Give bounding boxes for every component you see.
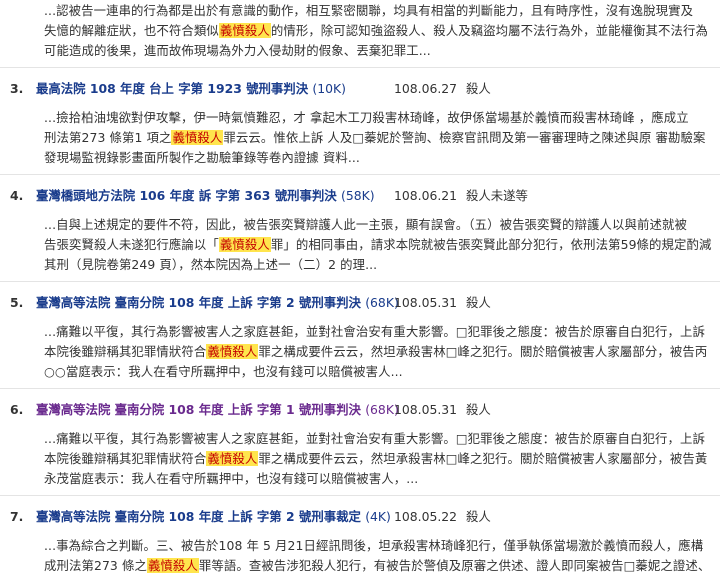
snippet-text: ...自與上述規定的要件不符，因此，被告張奕賢辯護人此一主張，顯有誤會。（五）被… [44,217,687,232]
file-size: (58K) [340,188,375,203]
file-size: (4K) [365,509,391,524]
snippet-text: ...痛難以平復，其行為影響被害人之家庭甚鉅，並對社會治安有重大影響。□犯罪後之… [44,431,705,446]
snippet-line: 本院後雖辯稱其犯罪情狀符合義憤殺人罪之構成要件云云，然坦承殺害林□峰之犯行。關於… [44,449,712,469]
case-cause: 殺人 [466,509,491,524]
result-snippet: ...自與上述規定的要件不符，因此，被告張奕賢辯護人此一主張，顯有誤會。（五）被… [0,215,720,275]
result-divider [0,281,720,282]
snippet-line: 可能造成的後果，進而故佈現場為外力入侵劫財的假象、丟棄犯罪工... [44,41,712,61]
result-header: 7. 臺灣高等法院 臺南分院 108 年度 上訴 字第 2 號刑事裁定 (4K) 1… [0,504,720,528]
result-item: 4. 臺灣橋頭地方法院 106 年度 訴 字第 363 號刑事判決 (58K) 10… [0,183,720,282]
result-number: 3. [10,80,24,96]
snippet-line: ...痛難以平復，其行為影響被害人之家庭甚鉅，並對社會治安有重大影響。□犯罪後之… [44,429,712,449]
snippet-line: 發現場監視錄影畫面所製作之勘驗筆錄等卷內證據 資料... [44,148,712,168]
case-cause: 殺人 [466,81,491,96]
snippet-text: 罪」的相同事由，請求本院就被告張奕賢此部分犯行，依刑法第59條的規定酌減 [270,237,712,252]
snippet-text: ○○當庭表示：我人在看守所羈押中，也沒有錢可以賠償被害人... [44,364,403,379]
snippet-text: 罪云云。惟依上訴 人及□蓁妮於警詢、檢察官訊問及第一審審理時之陳述與原 審勘驗案 [223,130,706,145]
snippet-text: 本院後雖辯稱其犯罪情狀符合 [44,344,207,359]
snippet-text: ...痛難以平復，其行為影響被害人之家庭甚鉅，並對社會治安有重大影響。□犯罪後之… [44,324,705,339]
result-header: 3. 最高法院 108 年度 台上 字第 1923 號刑事判決 (10K) 108.… [0,76,720,100]
snippet-line: 永茂當庭表示：我人在看守所羈押中，也沒有錢可以賠償被害人，... [44,469,712,489]
result-divider [0,388,720,389]
snippet-text: 可能造成的後果，進而故佈現場為外力入侵劫財的假象、丟棄犯罪工... [44,43,431,58]
judgment-title-text: 最高法院 108 年度 台上 字第 1923 號刑事判決 [36,81,309,96]
snippet-line: ...撿拾柏油塊欲對伊攻擊，伊一時氣憤難忍，才 拿起木工刀殺害林琦峰，故伊係當場… [44,108,712,128]
snippet-text: 刑法第273 條第1 項之 [44,130,172,145]
snippet-text: 失憶的解離症狀，也不符合類似 [44,23,219,38]
result-snippet: ...痛難以平復，其行為影響被害人之家庭甚鉅，並對社會治安有重大影響。□犯罪後之… [0,429,720,489]
judgment-title-text: 臺灣高等法院 臺南分院 108 年度 上訴 字第 1 號刑事判決 [36,402,361,417]
judgment-title-link[interactable]: 臺灣高等法院 臺南分院 108 年度 上訴 字第 2 號刑事裁定 (4K) [36,507,394,525]
snippet-line: 成刑法第273 條之義憤殺人罪等語。查被告涉犯殺人犯行，有被告於警偵及原審之供述… [44,556,712,576]
judgment-date: 108.06.21 [394,187,458,203]
snippet-line: ...痛難以平復，其行為影響被害人之家庭甚鉅，並對社會治安有重大影響。□犯罪後之… [44,322,712,342]
snippet-text: 永茂當庭表示：我人在看守所羈押中，也沒有錢可以賠償被害人，... [44,471,419,486]
result-item: 7. 臺灣高等法院 臺南分院 108 年度 上訴 字第 2 號刑事裁定 (4K) 1… [0,504,720,576]
keyword-highlight: 義憤殺人 [206,344,259,359]
judgment-title-text: 臺灣高等法院 臺南分院 108 年度 上訴 字第 2 號刑事裁定 [36,509,361,524]
result-number: 7. [10,508,24,524]
judgment-title-link[interactable]: 臺灣高等法院 臺南分院 108 年度 上訴 字第 2 號刑事判決 (68K) [36,293,399,311]
snippet-line: ...認被告一連串的行為都是出於有意識的動作，相互緊密關聯，均具有相當的判斷能力… [44,1,712,21]
snippet-text: 罪等語。查被告涉犯殺人犯行，有被告於警偵及原審之供述、證人即同案被告□蓁妮之證述… [198,558,711,573]
result-number: 6. [10,401,24,417]
result-header: 4. 臺灣橋頭地方法院 106 年度 訴 字第 363 號刑事判決 (58K) 10… [0,183,720,207]
keyword-highlight: 義憤殺人 [146,558,199,573]
result-divider [0,495,720,496]
search-results-list: ...認被告一連串的行為都是出於有意識的動作，相互緊密關聯，均具有相當的判斷能力… [0,0,720,576]
keyword-highlight: 義憤殺人 [171,130,224,145]
judgment-title-text: 臺灣高等法院 臺南分院 108 年度 上訴 字第 2 號刑事判決 [36,295,361,310]
snippet-text: 罪之構成要件云云，然坦承殺害林□峰之犯行。關於賠償被害人家屬部分，被告黃 [258,451,708,466]
snippet-line: 本院後雖辯稱其犯罪情狀符合義憤殺人罪之構成要件云云，然坦承殺害林□峰之犯行。關於… [44,342,712,362]
snippet-text: ...撿拾柏油塊欲對伊攻擊，伊一時氣憤難忍，才 拿起木工刀殺害林琦峰，故伊係當場… [44,110,689,125]
keyword-highlight: 義憤殺人 [218,23,271,38]
snippet-line: ○○當庭表示：我人在看守所羈押中，也沒有錢可以賠償被害人... [44,362,712,382]
snippet-text: ...事為綜合之判斷。三、被告於108 年 5 月21日經訊問後，坦承殺害林琦峰… [44,538,704,553]
judgment-title-link[interactable]: 最高法院 108 年度 台上 字第 1923 號刑事判決 (10K) [36,79,394,97]
snippet-text: 告張奕賢殺人未遂犯行應論以「 [44,237,219,252]
result-number: 4. [10,187,24,203]
snippet-line: ...自與上述規定的要件不符，因此，被告張奕賢辯護人此一主張，顯有誤會。（五）被… [44,215,712,235]
result-header: 6. 臺灣高等法院 臺南分院 108 年度 上訴 字第 1 號刑事判決 (68K)… [0,397,720,421]
case-cause: 殺人 [466,295,491,310]
result-item: 6. 臺灣高等法院 臺南分院 108 年度 上訴 字第 1 號刑事判決 (68K)… [0,397,720,496]
result-snippet: ...撿拾柏油塊欲對伊攻擊，伊一時氣憤難忍，才 拿起木工刀殺害林琦峰，故伊係當場… [0,108,720,168]
result-snippet: ...事為綜合之判斷。三、被告於108 年 5 月21日經訊問後，坦承殺害林琦峰… [0,536,720,576]
snippet-line: 告張奕賢殺人未遂犯行應論以「義憤殺人罪」的相同事由，請求本院就被告張奕賢此部分犯… [44,235,712,255]
snippet-text: 的情形，除可認知強盜殺人、殺人及竊盜均屬不法行為外，並能權衡其不法行為 [270,23,709,38]
result-number: 5. [10,294,24,310]
snippet-line: 刑法第273 條第1 項之義憤殺人罪云云。惟依上訴 人及□蓁妮於警詢、檢察官訊問… [44,128,712,148]
case-cause: 殺人未遂等 [466,188,528,203]
keyword-highlight: 義憤殺人 [218,237,271,252]
case-cause: 殺人 [466,402,491,417]
snippet-text: 成刑法第273 條之 [44,558,147,573]
judgment-date: 108.05.31 [394,294,458,310]
snippet-text: 發現場監視錄影畫面所製作之勘驗筆錄等卷內證據 資料... [44,150,360,165]
judgment-date: 108.05.31 [394,401,458,417]
judgment-title-link[interactable]: 臺灣橋頭地方法院 106 年度 訴 字第 363 號刑事判決 (58K) [36,186,394,204]
result-divider [0,174,720,175]
judgment-title-text: 臺灣橋頭地方法院 106 年度 訴 字第 363 號刑事判決 [36,188,337,203]
result-item: ...認被告一連串的行為都是出於有意識的動作，相互緊密關聯，均具有相當的判斷能力… [0,0,720,68]
result-divider [0,67,720,68]
judgment-title-link[interactable]: 臺灣高等法院 臺南分院 108 年度 上訴 字第 1 號刑事判決 (68K) [36,400,399,418]
file-size: (10K) [312,81,346,96]
snippet-text: 本院後雖辯稱其犯罪情狀符合 [44,451,207,466]
snippet-line: 其刑（見院卷第249 頁），然本院因為上述一（二）2 的理... [44,255,712,275]
keyword-highlight: 義憤殺人 [206,451,259,466]
result-item: 3. 最高法院 108 年度 台上 字第 1923 號刑事判決 (10K) 108.… [0,76,720,175]
snippet-line: ...事為綜合之判斷。三、被告於108 年 5 月21日經訊問後，坦承殺害林琦峰… [44,536,712,556]
result-item: 5. 臺灣高等法院 臺南分院 108 年度 上訴 字第 2 號刑事判決 (68K)… [0,290,720,389]
snippet-text: 罪之構成要件云云，然坦承殺害林□峰之犯行。關於賠償被害人家屬部分，被告丙 [258,344,708,359]
snippet-text: 其刑（見院卷第249 頁），然本院因為上述一（二）2 的理... [44,257,378,272]
judgment-date: 108.05.22 [394,508,458,524]
snippet-line: 失憶的解離症狀，也不符合類似義憤殺人的情形，除可認知強盜殺人、殺人及竊盜均屬不法… [44,21,712,41]
result-snippet: ...痛難以平復，其行為影響被害人之家庭甚鉅，並對社會治安有重大影響。□犯罪後之… [0,322,720,382]
result-snippet: ...認被告一連串的行為都是出於有意識的動作，相互緊密關聯，均具有相當的判斷能力… [0,0,720,61]
result-header: 5. 臺灣高等法院 臺南分院 108 年度 上訴 字第 2 號刑事判決 (68K)… [0,290,720,314]
snippet-text: ...認被告一連串的行為都是出於有意識的動作，相互緊密關聯，均具有相當的判斷能力… [44,3,694,18]
judgment-date: 108.06.27 [394,80,458,96]
